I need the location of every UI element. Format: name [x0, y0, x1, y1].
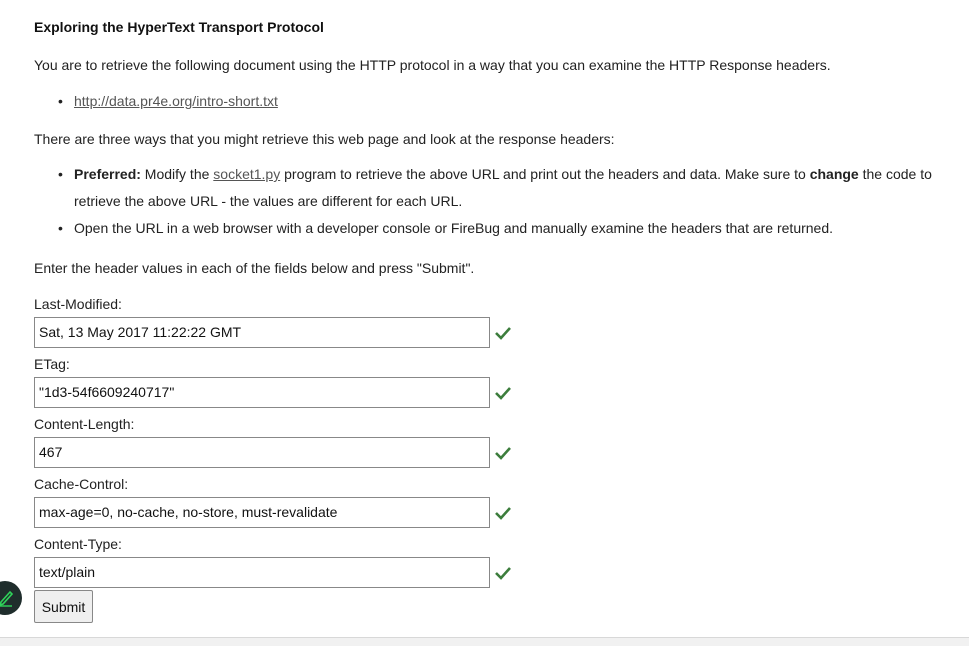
content-length-input[interactable]: 467 — [34, 437, 490, 468]
last-modified-input[interactable]: Sat, 13 May 2017 11:22:22 GMT — [34, 317, 490, 348]
preferred-label: Preferred: — [74, 166, 141, 182]
list-item-continuation: retrieve the above URL - the values are … — [34, 188, 932, 215]
last-modified-label: Last-Modified: — [34, 296, 122, 312]
document-list: http://data.pr4e.org/intro-short.txt — [34, 88, 278, 115]
edit-fab-button[interactable] — [0, 581, 22, 615]
instructions-text: Enter the header values in each of the f… — [34, 260, 475, 276]
change-word: change — [809, 166, 859, 182]
list-item: http://data.pr4e.org/intro-short.txt — [34, 88, 278, 115]
preferred-text-post: the code to — [858, 166, 932, 182]
etag-input[interactable]: "1d3-54f6609240717" — [34, 377, 490, 408]
list-item-preferred: Preferred: Modify the socket1.py program… — [34, 161, 932, 188]
page-title: Exploring the HyperText Transport Protoc… — [34, 19, 324, 35]
check-icon — [495, 507, 511, 520]
check-icon — [495, 327, 511, 340]
preferred-text-line2: retrieve the above URL - the values are … — [74, 193, 463, 209]
etag-label: ETag: — [34, 356, 70, 372]
intro-text: You are to retrieve the following docume… — [34, 57, 831, 73]
pencil-icon — [0, 590, 14, 607]
content-type-label: Content-Type: — [34, 536, 122, 552]
methods-list: Preferred: Modify the socket1.py program… — [34, 161, 932, 242]
check-icon — [495, 387, 511, 400]
browser-text: Open the URL in a web browser with a dev… — [74, 220, 834, 236]
ways-intro-text: There are three ways that you might retr… — [34, 131, 615, 147]
content-length-label: Content-Length: — [34, 416, 135, 432]
content-type-input[interactable]: text/plain — [34, 557, 490, 588]
document-link[interactable]: http://data.pr4e.org/intro-short.txt — [74, 93, 278, 109]
check-icon — [495, 447, 511, 460]
cache-control-input[interactable]: max-age=0, no-cache, no-store, must-reva… — [34, 497, 490, 528]
preferred-text-mid: program to retrieve the above URL and pr… — [280, 166, 810, 182]
socket1-link[interactable]: socket1.py — [213, 166, 280, 182]
cache-control-label: Cache-Control: — [34, 476, 129, 492]
list-item-browser: Open the URL in a web browser with a dev… — [34, 215, 932, 242]
preferred-text: Modify the — [140, 166, 214, 182]
check-icon — [495, 567, 511, 580]
submit-button[interactable]: Submit — [34, 590, 93, 623]
